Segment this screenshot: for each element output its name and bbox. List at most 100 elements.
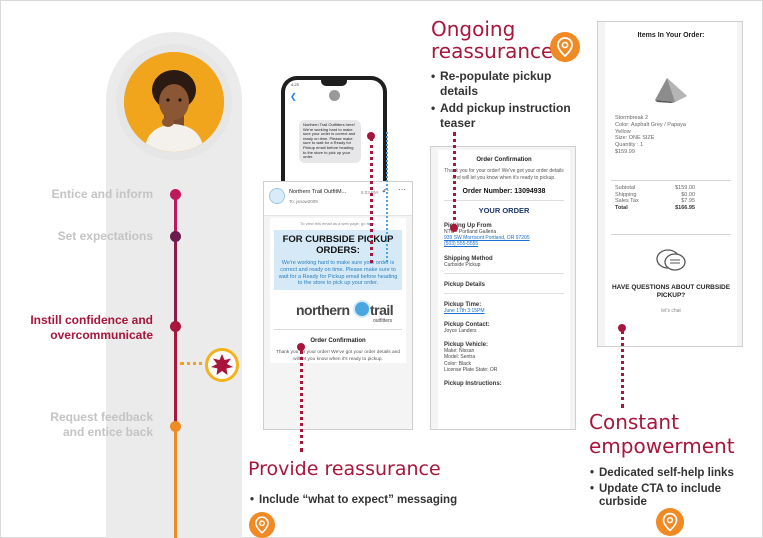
stage-label-confidence-line2: overcommunicate [50,328,153,342]
shipping-row: Shipping $0.00 [615,191,695,198]
ongoing-connector-dot [450,224,458,232]
ongoing-heading-line2: reassurance [431,39,554,63]
email-mockup: Northern Trail OutfitM... 6:03 PM ↶ ⋯ To… [263,181,413,430]
order-confirmation-body: Order Confirmation Thank you for your or… [438,150,570,429]
stage-label-feedback: Request feedback and entice back [50,410,153,440]
banner-title: FOR CURBSIDE PICKUP ORDERS: [282,234,394,256]
sender-logo [269,188,285,204]
your-order-heading: YOUR ORDER [478,206,530,215]
constant-bullet-1: Dedicated self-help links [590,467,760,480]
order-title: Order Confirmation [476,157,532,163]
divider [444,272,564,274]
email-sender: Northern Trail OutfitM... [289,189,347,195]
brand-name-part2: trail [370,302,394,319]
phone-status-time: 4:23 [291,82,299,87]
provide-bullets: Include “what to expect” messaging [250,493,510,511]
banner-text: We're working hard to make sure your ord… [278,260,398,287]
pickup-details-heading: Pickup Details [444,281,486,288]
stage-label-confidence: Instill confidence and overcommunicate [30,313,153,343]
stage-label-feedback-line1: Request feedback [50,410,153,424]
pickup-time-value[interactable]: June 17th 3:15PM [444,308,564,314]
ongoing-callout-connector [453,132,456,228]
provide-bullet-1: Include “what to expect” messaging [250,493,510,508]
email-confirmation-title: Order Confirmation [310,338,366,345]
constant-bullets: Dedicated self-help links Update CTA to … [590,467,760,512]
sms-callout-connector [370,138,373,263]
item-quantity: Quantity : 1 [615,142,644,149]
item-name: Stormbreak 2 [615,115,649,121]
order-number: Order Number: 13094938 [462,188,546,195]
web-view-note: To view this email as a web page, go her… [274,221,402,226]
constant-heading-line1: Constant [589,410,679,434]
order-intro: Thank you for your order! We've got your… [444,168,564,181]
total-row: Total $166.95 [615,204,695,211]
customer-avatar [124,52,224,152]
ongoing-heading-line1: Ongoing [431,17,516,41]
stage-dot-expectations [170,231,181,242]
tax-row: Sales Tax $7.95 [615,198,695,205]
item-description: Stormbreak 2 Color: Asphalt Grey / Papay… [615,115,686,156]
ongoing-bullets: Re-populate pickup details Add pickup in… [431,69,591,133]
questions-heading: HAVE QUESTIONS ABOUT CURBSIDE PICKUP? [611,284,731,299]
brand-badge-icon [353,300,371,319]
ongoing-bullet-1: Re-populate pickup details [431,69,591,98]
item-price: $159.99 [615,148,635,155]
brand-subtitle: outfitters [373,318,393,325]
subtotal-row: Subtotal $159.00 [615,185,695,191]
chat-bubble-icon [656,249,686,271]
location-pin-icon [656,508,684,536]
timeline-segment-3 [174,326,177,426]
constant-connector-dot [618,324,626,332]
pickup-phone-link[interactable]: (503) 555-5555 [444,241,564,247]
provide-heading: Provide reassurance [248,458,441,480]
order-confirmation-mockup: Order Confirmation Thank you for your or… [430,146,576,430]
stage-label-confidence-line1: Instill confidence and [30,313,153,327]
stage-label-entice: Entice and inform [51,187,153,201]
email-header: Northern Trail OutfitM... 6:03 PM ↶ ⋯ To… [264,182,412,216]
phone-notch [321,80,347,86]
constant-heading-line2: empowerment [589,434,735,458]
chat-link[interactable]: let's chat [611,308,731,314]
provide-connector-dot [297,343,305,351]
ongoing-heading: Ongoing reassurance [431,18,553,62]
divider [611,180,731,181]
tent-product-image [655,78,687,103]
items-body: Items In Your Order: Stormbreak 2 Color:… [605,22,737,346]
timeline-segment-2 [174,236,177,326]
stage-dot-confidence [170,321,181,332]
brand-logo: northern trail outfitters [274,290,402,331]
divider [444,200,564,201]
back-chevron-icon[interactable]: ❮ [290,93,297,101]
constant-bullet-2: Update CTA to include curbside [590,483,760,509]
brand-name-part1: northern [296,302,350,319]
shipping-method-value: Curbside Pickup [444,261,481,268]
stage-dot-entice [170,189,181,200]
pickup-contact-value: Joyce Landers [444,328,477,335]
sms-to-banner-connector [386,132,388,262]
order-totals: Subtotal $159.00 Shipping $0.00 Sales Tax $… [615,185,695,211]
stage-dot-feedback [170,421,181,432]
timeline-segment-4 [174,426,177,538]
web-view-text: To view this email as a web page, go [300,221,366,226]
contact-avatar [329,90,340,101]
starburst-icon [211,354,233,375]
constant-heading: Constant empowerment [589,410,735,458]
phone-screen: 4:23 ❮ Northern Trail Outfitters here! W… [285,80,383,182]
items-mockup: Items In Your Order: Stormbreak 2 Color:… [597,21,743,347]
item-size: Size: ONE SIZE [615,135,655,142]
email-recipient: To: jsnow2009 [289,199,318,204]
more-icon[interactable]: ⋯ [398,185,406,194]
constant-callout-connector [621,330,624,408]
item-color-cont: Yellow [615,128,631,135]
ongoing-bullet-2: Add pickup instruction teaser [431,101,591,130]
stage-label-expectations: Set expectations [57,229,153,243]
curbside-banner: FOR CURBSIDE PICKUP ORDERS: We're workin… [274,230,402,291]
vehicle-plate-state: License Plate State: OR [444,366,498,373]
sms-message-bubble: Northern Trail Outfitters here! We're wo… [299,120,361,163]
location-pin-icon [249,512,275,538]
stage-label-feedback-line2: and entice back [62,425,153,439]
item-color: Color: Asphalt Grey / Papaya [615,121,686,128]
divider [611,234,731,235]
pickup-instructions-heading: Pickup Instructions: [444,381,502,388]
location-pin-icon [550,32,580,62]
